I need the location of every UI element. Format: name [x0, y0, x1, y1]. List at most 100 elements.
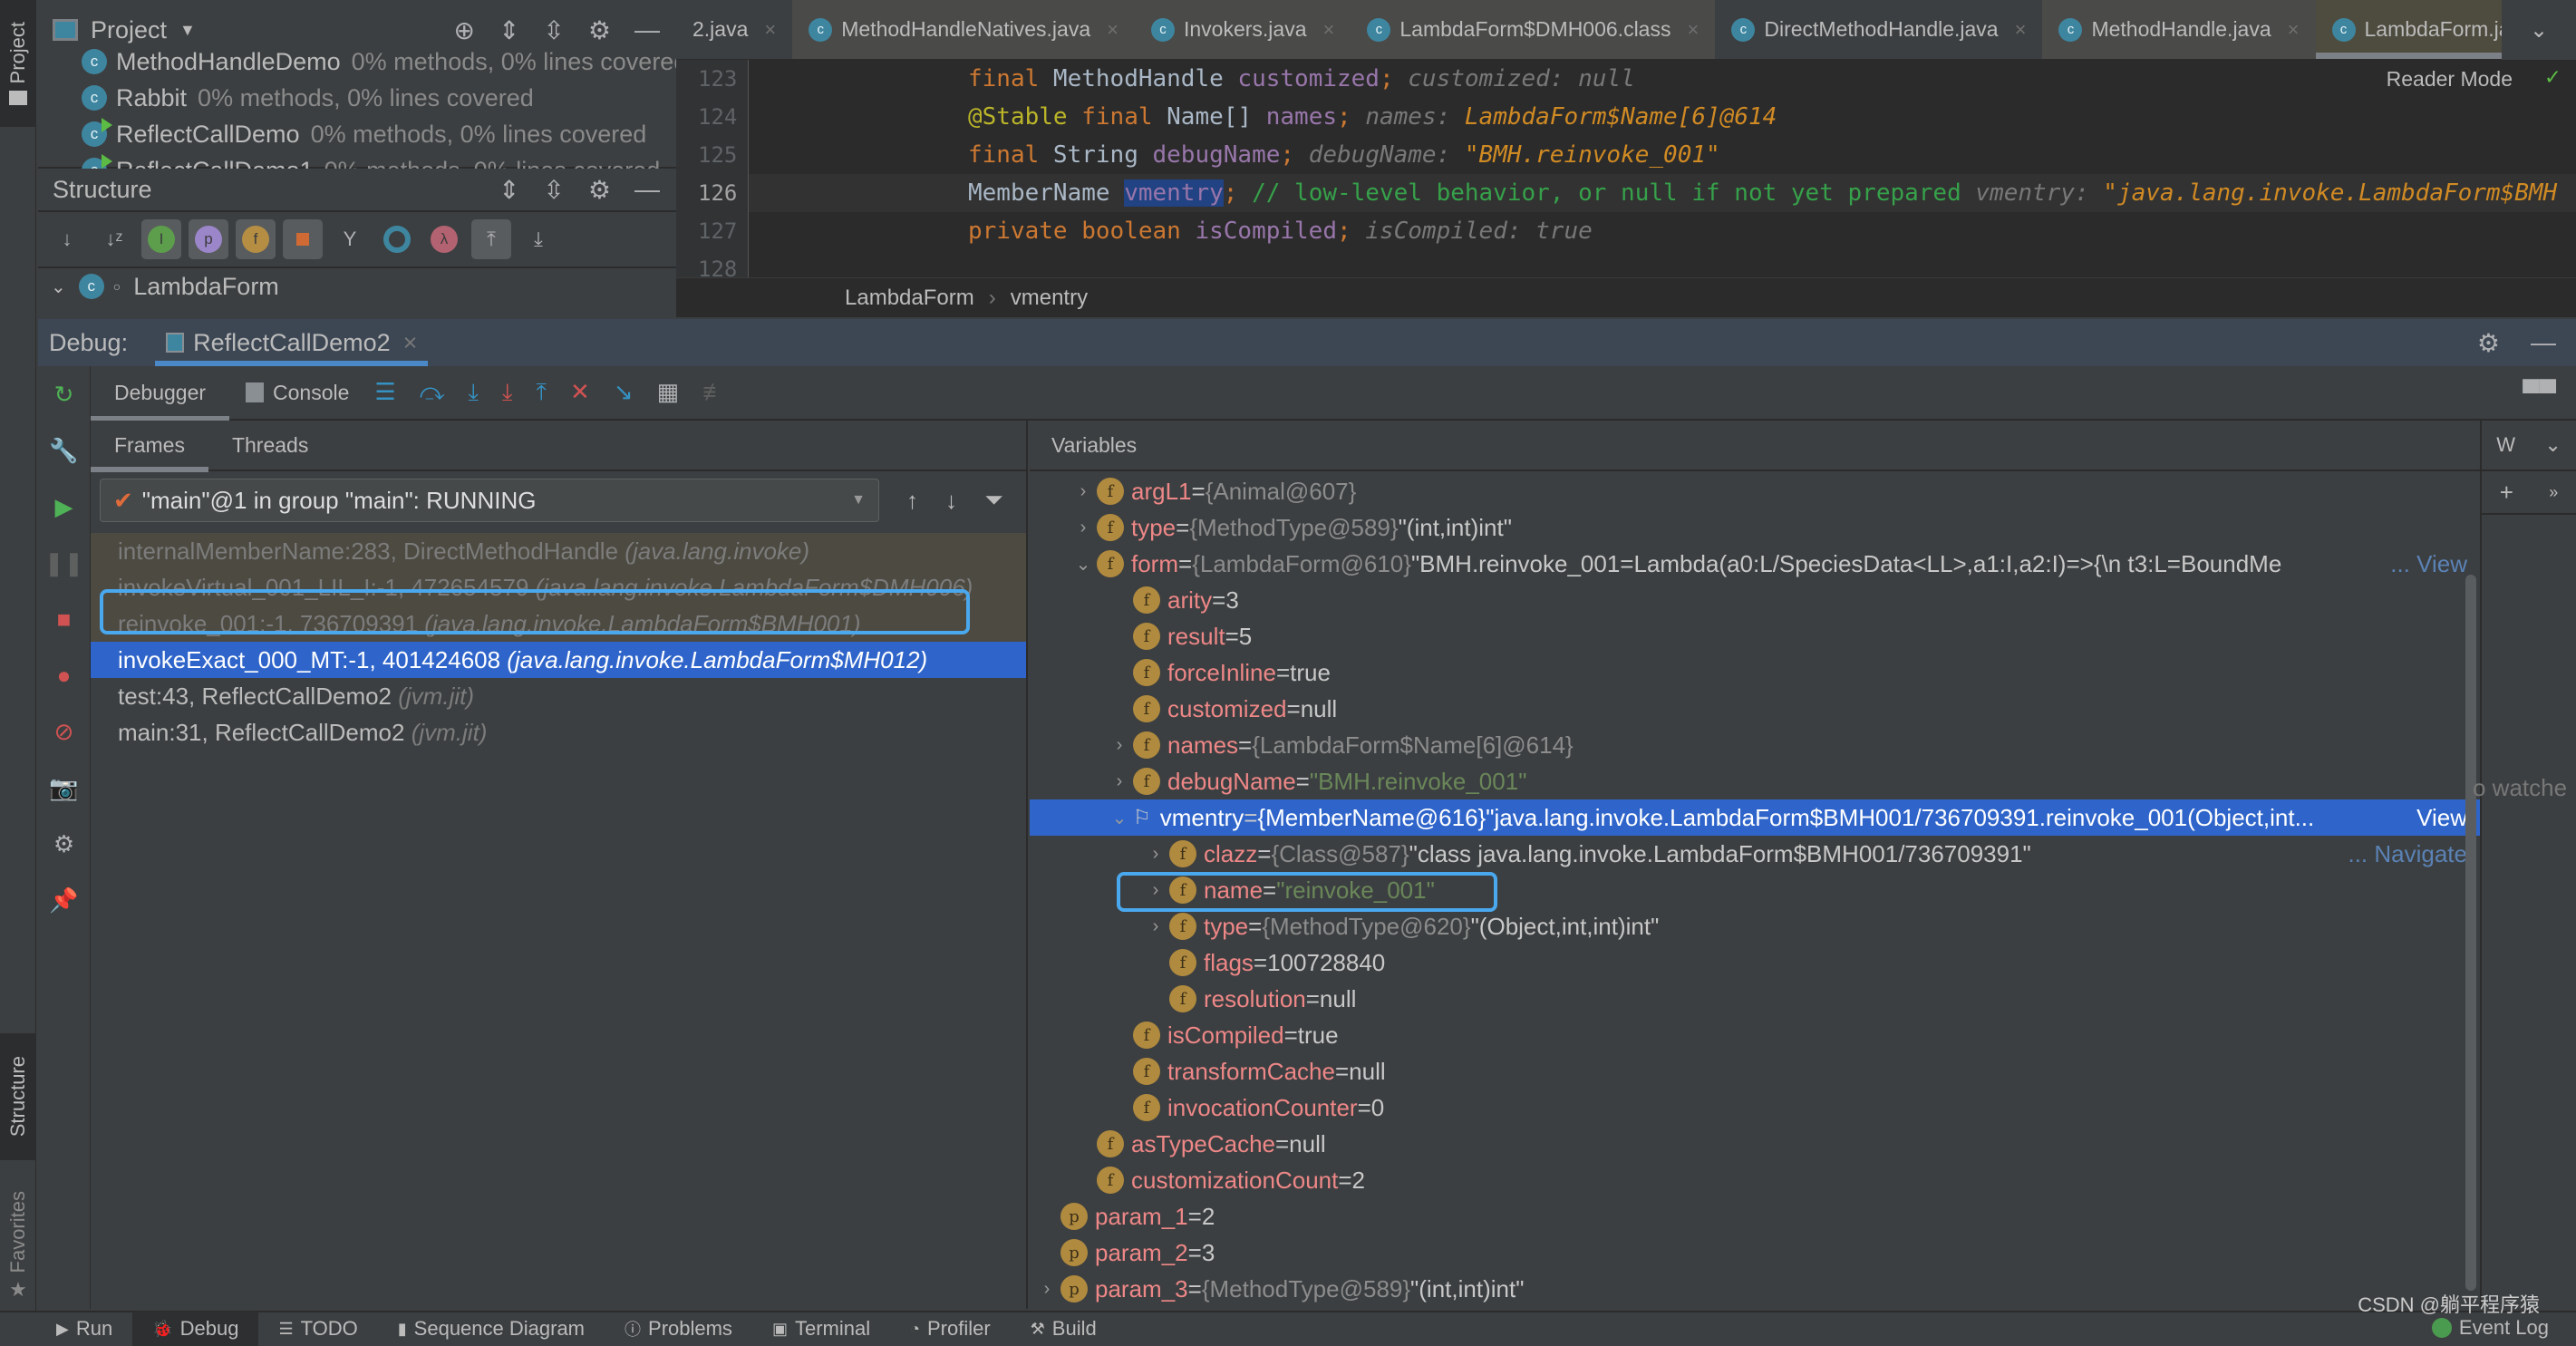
bottom-tool-sequence-diagram[interactable]: ▮Sequence Diagram [378, 1312, 605, 1346]
variable-row[interactable]: ›fnames = {LambdaForm$Name[6]@614} [1030, 727, 2480, 763]
code-line[interactable]: final String debugName; debugName: "BMH.… [749, 136, 2576, 174]
variable-row[interactable]: fisCompiled = true [1030, 1017, 2480, 1053]
show-anonymous-icon[interactable]: Y [330, 219, 370, 259]
favorites-tool-tab[interactable]: Favorites ★ [0, 1178, 36, 1314]
inspection-ok-icon[interactable]: ✓ [2545, 63, 2560, 91]
editor-tab[interactable]: cLambdaForm$DMH006.class× [1351, 0, 1715, 59]
view-breakpoints-icon[interactable]: ● [38, 647, 90, 703]
variable-row[interactable]: fcustomized = null [1030, 691, 2480, 727]
collapse-all-icon[interactable]: ⇳ [543, 15, 564, 45]
editor-tab[interactable]: cMethodHandleNatives.java× [792, 0, 1135, 59]
code-line[interactable]: MemberName vmentry; // low-level behavio… [749, 174, 2576, 212]
variable-row[interactable]: ›fclazz = {Class@587} "class java.lang.i… [1030, 836, 2480, 872]
layout-settings-icon[interactable]: ▀▀ [2523, 379, 2556, 407]
evaluate-expression-icon[interactable]: ▦ [657, 378, 680, 407]
variables-scrollbar[interactable] [2465, 575, 2476, 1291]
editor-tab[interactable]: cMethodHandle.java× [2042, 0, 2315, 59]
pin-icon[interactable]: 📌 [38, 872, 90, 928]
expand-right-icon[interactable]: › [1142, 844, 1169, 865]
variable-row[interactable]: ›ftype = {MethodType@620} "(Object,int,i… [1030, 908, 2480, 944]
expand-right-icon[interactable]: › [1033, 1279, 1060, 1300]
expand-right-icon[interactable]: › [1070, 481, 1097, 502]
variable-row[interactable]: ›pparam_3 = {MethodType@589} "(int,int)i… [1030, 1271, 2480, 1307]
variable-row[interactable]: fforceInline = true [1030, 654, 2480, 691]
pause-icon[interactable]: ❚❚ [38, 535, 90, 591]
camera-icon[interactable]: 📷 [38, 760, 90, 816]
frame-row[interactable]: test:43, ReflectCallDemo2 (jvm.jit) [91, 678, 1026, 714]
variable-row[interactable]: fresolution = null [1030, 981, 2480, 1017]
sort-alphabetically-icon[interactable]: ↓ᶻ [94, 219, 134, 259]
variable-row[interactable]: fasTypeCache = null [1030, 1126, 2480, 1162]
bottom-tool-problems[interactable]: ⓘProblems [605, 1312, 752, 1346]
force-step-into-icon[interactable]: ⤓ [502, 378, 513, 407]
editor-tab[interactable]: cInvokers.java× [1135, 0, 1351, 59]
close-icon[interactable]: × [764, 18, 776, 42]
trace-current-stream-icon[interactable]: ≢ [702, 378, 726, 407]
step-over-icon[interactable]: ⤼ [420, 378, 445, 407]
variable-row[interactable]: ⌄⚐vmentry = {MemberName@616} "java.lang.… [1030, 799, 2480, 836]
step-into-icon[interactable]: ⤓ [469, 378, 479, 407]
breadcrumb-item[interactable]: LambdaForm [845, 286, 974, 311]
show-execution-point-icon[interactable]: ☰ [374, 378, 395, 407]
close-icon[interactable]: × [2015, 18, 2027, 42]
bottom-tool-terminal[interactable]: ▣Terminal [752, 1312, 890, 1346]
project-tree-item[interactable]: cMethodHandleDemo0% methods, 0% lines co… [82, 44, 676, 80]
code-line[interactable]: final MethodHandle customized; customize… [749, 60, 2576, 98]
expand-right-icon[interactable]: › [1106, 735, 1133, 756]
expand-all-icon[interactable]: ⇕ [499, 15, 519, 45]
tab-debugger[interactable]: Debugger [91, 365, 229, 420]
chevron-down-icon[interactable]: ⌄ [2544, 433, 2561, 457]
close-icon[interactable]: × [403, 329, 418, 357]
minimize-icon[interactable]: — [634, 15, 660, 45]
expand-right-icon[interactable]: › [1142, 916, 1169, 937]
close-icon[interactable]: × [2288, 18, 2300, 42]
minimize-icon[interactable]: — [2531, 328, 2556, 358]
filter-icon[interactable]: ⏷ [984, 486, 1003, 515]
sort-by-visibility-icon[interactable]: ↓ [47, 219, 87, 259]
thread-selector[interactable]: ✔ "main"@1 in group "main": RUNNING ▼ [100, 479, 879, 522]
rerun-icon[interactable]: ↻ [38, 366, 90, 422]
show-lambdas-icon[interactable] [377, 219, 417, 259]
bottom-tool-debug[interactable]: 🐞Debug [132, 1312, 258, 1346]
bottom-tool-profiler[interactable]: ◔Profiler [890, 1312, 1011, 1346]
bottom-tool-build[interactable]: ⚒Build [1011, 1312, 1117, 1346]
project-title[interactable]: Project [91, 16, 167, 44]
event-log-button[interactable]: Event Log [2432, 1316, 2549, 1340]
variable-row[interactable]: ›ftype = {MethodType@589} "(int,int)int" [1030, 509, 2480, 546]
expand-down-icon[interactable]: ⌄ [1070, 553, 1097, 576]
reader-mode-button[interactable]: Reader Mode [2387, 67, 2513, 92]
structure-tool-tab[interactable]: Structure [0, 1033, 36, 1160]
chevron-down-icon[interactable]: ▼ [179, 21, 196, 40]
previous-frame-icon[interactable]: ↑ [906, 487, 918, 515]
code-line[interactable]: private boolean isCompiled; isCompiled: … [749, 212, 2576, 250]
mute-breakpoints-icon[interactable]: ⊘ [38, 703, 90, 760]
variable-row[interactable]: ⌄fform = {LambdaForm@610} "BMH.reinvoke_… [1030, 546, 2480, 582]
locate-icon[interactable]: ⊕ [453, 15, 474, 45]
close-icon[interactable]: × [1323, 18, 1335, 42]
run-to-cursor-icon[interactable]: ↘ [614, 378, 634, 407]
variable-row[interactable]: fcustomizationCount = 2 [1030, 1162, 2480, 1198]
variable-row[interactable]: ›fdebugName = "BMH.reinvoke_001" [1030, 763, 2480, 799]
editor-tab[interactable]: cDirectMethodHandle.java× [1715, 0, 2042, 59]
bottom-tool-run[interactable]: ▶Run [36, 1312, 132, 1346]
show-non-public-icon[interactable] [283, 219, 323, 259]
frame-row[interactable]: main:31, ReflectCallDemo2 (jvm.jit) [91, 714, 1026, 750]
tab-list-chevron-icon[interactable]: ⌄ [2502, 0, 2576, 60]
add-watch-icon[interactable]: + [2500, 479, 2513, 507]
wrench-icon[interactable]: 🔧 [38, 422, 90, 479]
gear-icon[interactable]: ⚙ [588, 175, 611, 205]
stop-icon[interactable]: ■ [38, 591, 90, 647]
view-link[interactable]: ... Navigate [2344, 840, 2467, 868]
resume-icon[interactable]: ▶ [38, 479, 90, 535]
variable-row[interactable]: fresult = 5 [1030, 618, 2480, 654]
expand-down-icon[interactable]: ⌄ [1106, 807, 1133, 829]
variable-row[interactable]: ›fargL1 = {Animal@607} [1030, 473, 2480, 509]
collapse-all-icon[interactable]: ⇳ [543, 175, 564, 205]
close-icon[interactable]: × [1107, 18, 1119, 42]
frame-row[interactable]: internalMemberName:283, DirectMethodHand… [91, 533, 1026, 569]
variable-row[interactable]: ftransformCache = null [1030, 1053, 2480, 1089]
project-tree-item[interactable]: cRabbit0% methods, 0% lines covered [82, 80, 676, 116]
close-icon[interactable]: × [1687, 18, 1699, 42]
structure-root-row[interactable]: ⌄ c ○ LambdaForm [38, 268, 676, 305]
settings-icon[interactable]: ⚙ [38, 816, 90, 872]
